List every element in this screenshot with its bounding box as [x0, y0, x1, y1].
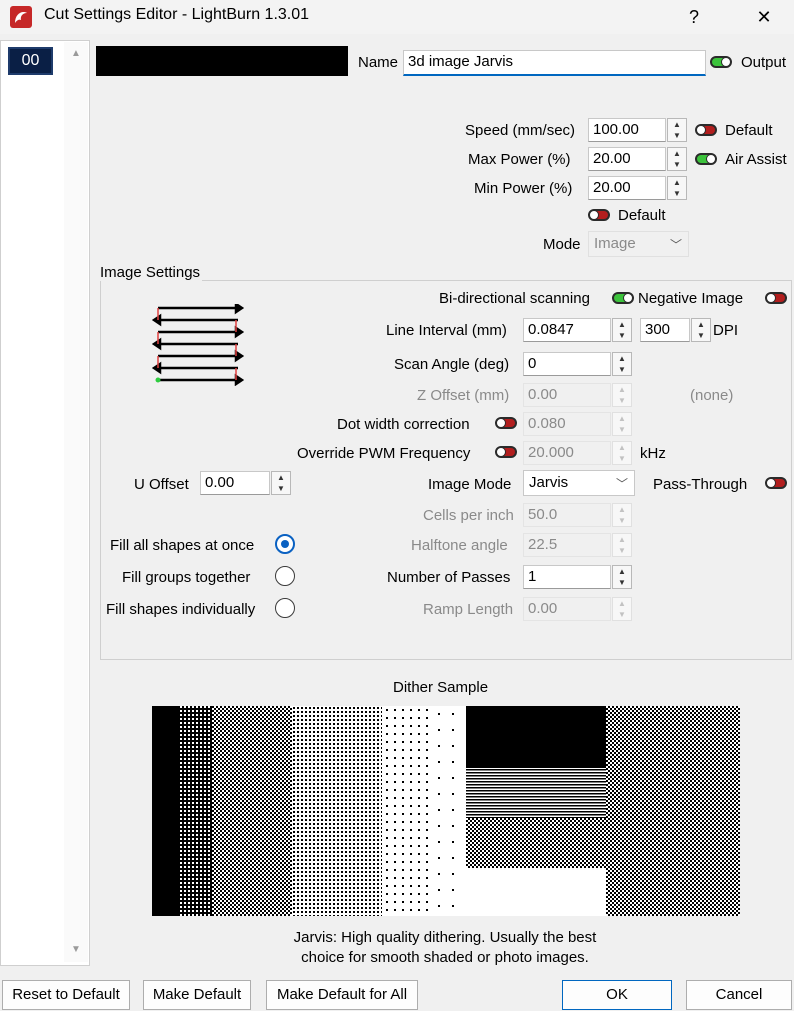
- cells-per-inch-input: 50.0: [523, 503, 611, 527]
- pass-through-label: Pass-Through: [653, 476, 748, 493]
- dot-width-toggle[interactable]: [495, 417, 517, 429]
- dither-caption: Jarvis: High quality dithering. Usually …: [150, 928, 740, 968]
- bidirectional-label: Bi-directional scanning: [439, 290, 590, 307]
- image-mode-label: Image Mode: [428, 476, 512, 493]
- halftone-angle-label: Halftone angle: [411, 537, 508, 554]
- dither-sample-image: [152, 706, 740, 916]
- dither-caption-line-1: Jarvis: High quality dithering. Usually …: [293, 929, 597, 946]
- dither-caption-line-2: choice for smooth shaded or photo images…: [301, 949, 589, 966]
- scroll-up-icon[interactable]: ▲: [66, 48, 86, 66]
- passes-label: Number of Passes: [387, 569, 511, 586]
- max-power-label: Max Power (%): [468, 151, 571, 168]
- power-default-toggle[interactable]: [588, 209, 610, 221]
- u-offset-input[interactable]: 0.00: [200, 471, 270, 495]
- layer-item-00[interactable]: 00: [8, 47, 53, 75]
- fill-option-label-1: Fill groups together: [122, 569, 251, 586]
- pass-through-toggle[interactable]: [765, 477, 787, 489]
- image-settings-title: Image Settings: [98, 264, 203, 281]
- fill-groups-radio[interactable]: [275, 566, 295, 586]
- spin-updown-icon[interactable]: ▲ ▼: [667, 176, 687, 200]
- line-interval-input[interactable]: 0.0847: [523, 318, 611, 342]
- air-assist-label: Air Assist: [725, 151, 787, 168]
- min-power-input[interactable]: 20.00: [588, 176, 666, 200]
- spin-updown-icon[interactable]: ▲ ▼: [612, 318, 632, 342]
- mode-label: Mode: [543, 236, 581, 253]
- spin-updown-icon[interactable]: ▲ ▼: [691, 318, 711, 342]
- speed-default-toggle[interactable]: [695, 124, 717, 136]
- u-offset-label: U Offset: [134, 476, 189, 493]
- ramp-length-label: Ramp Length: [423, 601, 514, 618]
- dither-sample-title: Dither Sample: [393, 679, 489, 696]
- dot-width-label: Dot width correction: [337, 416, 470, 433]
- close-button[interactable]: ✕: [744, 3, 784, 31]
- ramp-length-input: 0.00: [523, 597, 611, 621]
- passes-input[interactable]: 1: [523, 565, 611, 589]
- cells-per-inch-label: Cells per inch: [423, 507, 514, 524]
- spin-updown-icon: ▲ ▼: [612, 441, 632, 465]
- ok-button[interactable]: OK: [562, 980, 672, 1010]
- speed-label: Speed (mm/sec): [465, 122, 576, 139]
- spin-updown-icon: ▲ ▼: [612, 533, 632, 557]
- help-button[interactable]: ?: [674, 3, 714, 31]
- make-default-for-all-button[interactable]: Make Default for All: [266, 980, 418, 1010]
- chevron-down-icon: ﹀: [615, 477, 628, 491]
- spin-updown-icon: ▲ ▼: [612, 503, 632, 527]
- bidirectional-toggle[interactable]: [612, 292, 634, 304]
- mode-select-value: Image: [594, 235, 636, 252]
- min-power-label: Min Power (%): [474, 180, 573, 197]
- spin-updown-icon: ▲ ▼: [612, 383, 632, 407]
- negative-image-label: Negative Image: [638, 290, 744, 307]
- dpi-input[interactable]: 300: [640, 318, 690, 342]
- make-default-button[interactable]: Make Default: [143, 980, 251, 1010]
- scan-angle-input[interactable]: 0: [523, 352, 611, 376]
- spin-updown-icon[interactable]: ▲ ▼: [271, 471, 291, 495]
- spin-updown-icon[interactable]: ▲ ▼: [667, 118, 687, 142]
- z-offset-input: 0.00: [523, 383, 611, 407]
- reset-to-default-button[interactable]: Reset to Default: [2, 980, 130, 1010]
- z-offset-label: Z Offset (mm): [417, 387, 510, 404]
- fill-all-radio[interactable]: [275, 534, 295, 554]
- spin-updown-icon[interactable]: ▲ ▼: [612, 352, 632, 376]
- fill-individually-radio[interactable]: [275, 598, 295, 618]
- image-mode-select[interactable]: Jarvis ﹀: [523, 470, 635, 496]
- pwm-unit: kHz: [640, 445, 666, 462]
- cancel-button[interactable]: Cancel: [686, 980, 792, 1010]
- layer-name-input[interactable]: 3d image Jarvis: [403, 50, 706, 76]
- window-title: Cut Settings Editor - LightBurn 1.3.01: [44, 6, 310, 23]
- output-label: Output: [741, 54, 787, 71]
- lightburn-logo-icon: [10, 6, 32, 28]
- max-power-input[interactable]: 20.00: [588, 147, 666, 171]
- negative-image-toggle[interactable]: [765, 292, 787, 304]
- power-default-label: Default: [618, 207, 666, 224]
- fill-option-label-0: Fill all shapes at once: [110, 537, 255, 554]
- fill-option-label-2: Fill shapes individually: [106, 601, 256, 618]
- spin-updown-icon[interactable]: ▲ ▼: [612, 565, 632, 589]
- mode-select: Image ﹀: [588, 231, 689, 257]
- spin-updown-icon: ▲ ▼: [612, 412, 632, 436]
- chevron-down-icon: ﹀: [669, 238, 682, 252]
- line-interval-label: Line Interval (mm): [386, 322, 507, 339]
- speed-input[interactable]: 100.00: [588, 118, 666, 142]
- dot-width-input: 0.080: [523, 412, 611, 436]
- spin-updown-icon[interactable]: ▲ ▼: [667, 147, 687, 171]
- dpi-label: DPI: [713, 322, 739, 339]
- layer-list-scrollbar[interactable]: [64, 42, 88, 962]
- scan-angle-label: Scan Angle (deg): [394, 356, 510, 373]
- name-label: Name: [358, 54, 399, 71]
- output-toggle[interactable]: [710, 56, 732, 68]
- z-offset-note: (none): [690, 387, 734, 404]
- image-mode-value: Jarvis: [529, 474, 569, 491]
- speed-default-label: Default: [725, 122, 773, 139]
- air-assist-toggle[interactable]: [695, 153, 717, 165]
- halftone-angle-input: 22.5: [523, 533, 611, 557]
- pwm-label: Override PWM Frequency: [297, 445, 471, 462]
- layer-color-swatch[interactable]: [96, 46, 348, 76]
- pwm-toggle[interactable]: [495, 446, 517, 458]
- spin-updown-icon: ▲ ▼: [612, 597, 632, 621]
- scan-lines-icon: [152, 304, 244, 386]
- pwm-input: 20.000: [523, 441, 611, 465]
- scroll-down-icon[interactable]: ▼: [66, 944, 86, 962]
